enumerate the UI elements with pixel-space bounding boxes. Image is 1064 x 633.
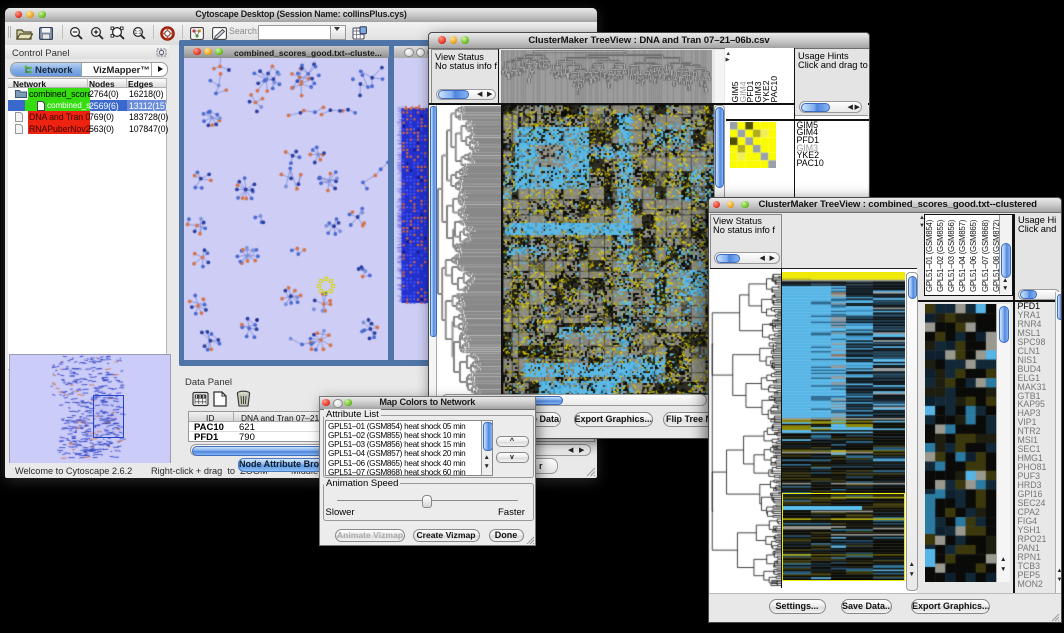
svg-text:1:1: 1:1 bbox=[135, 30, 142, 36]
